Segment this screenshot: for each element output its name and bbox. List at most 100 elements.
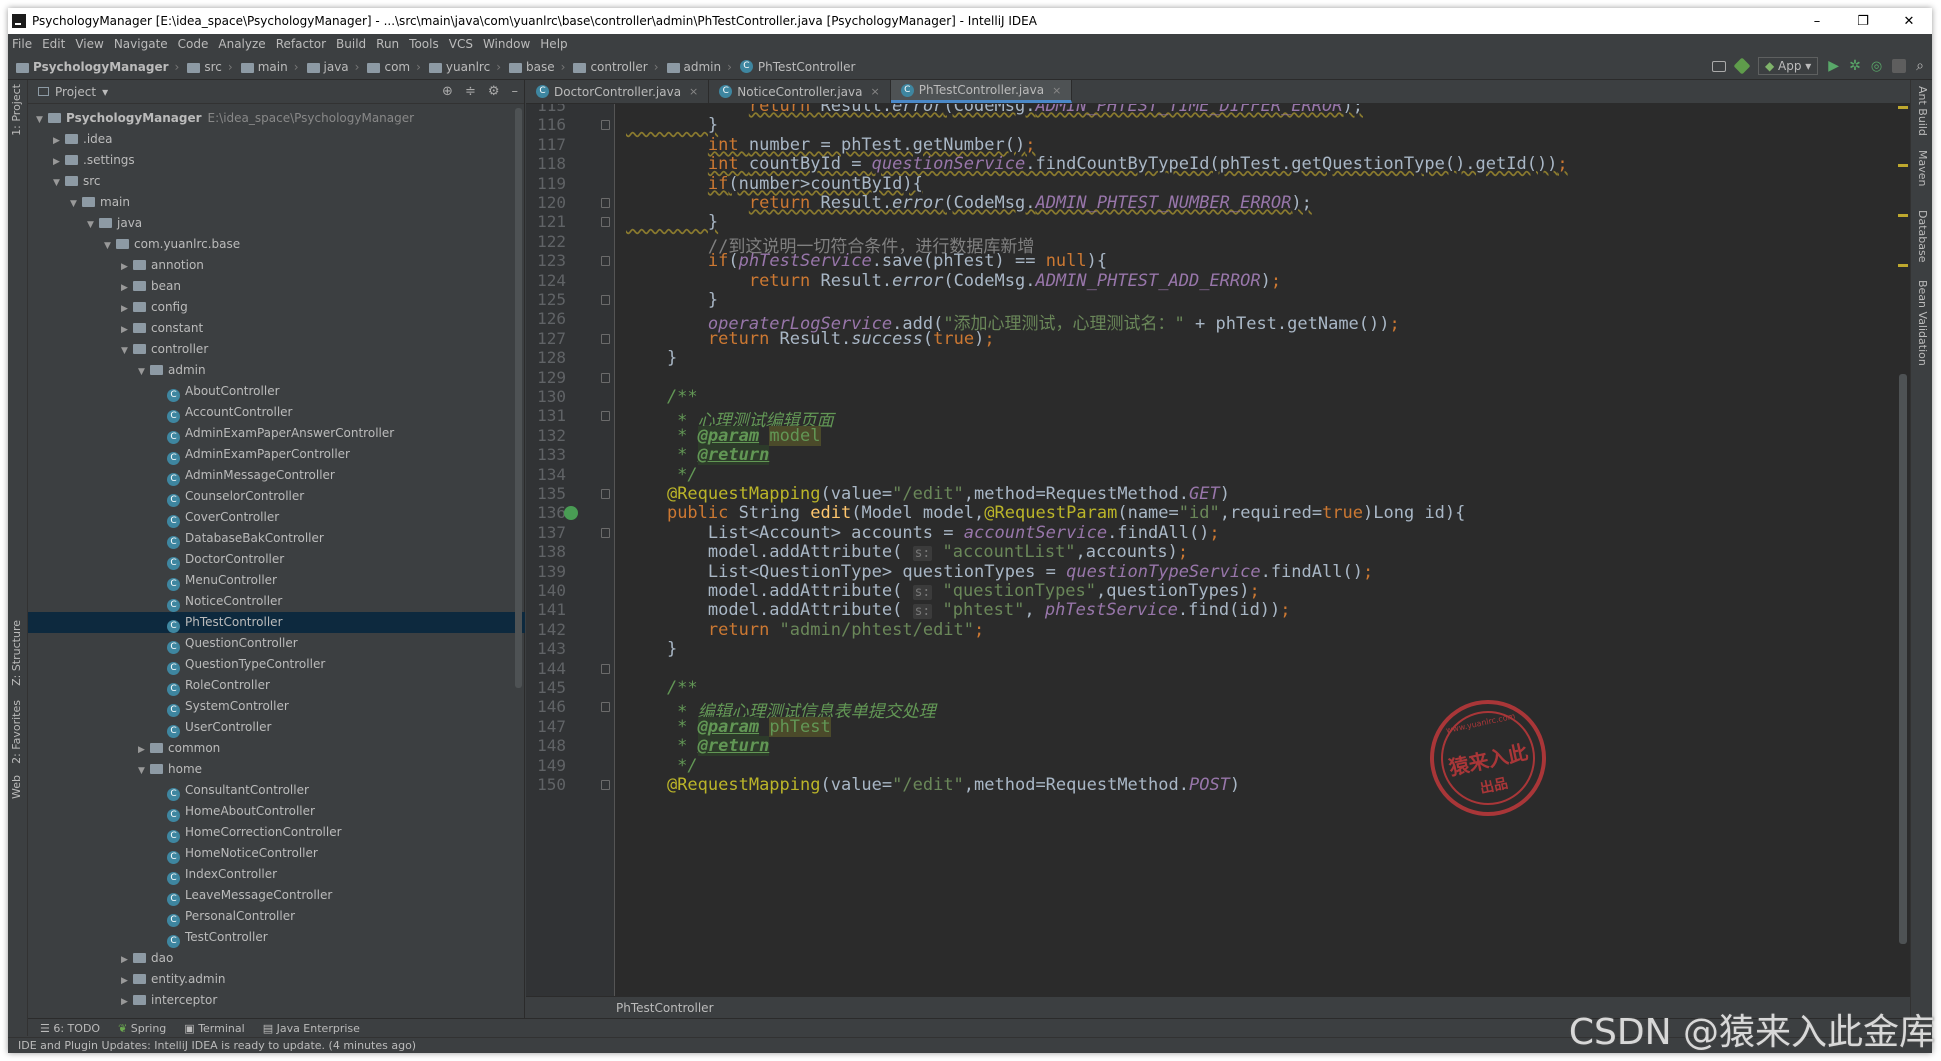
menu-edit[interactable]: Edit [42, 37, 65, 51]
tree-class-item[interactable]: C HomeCorrectionController [28, 822, 525, 843]
maven-tool-tab[interactable]: Maven [1916, 150, 1929, 186]
tree-folder-item[interactable]: ▼ com.yuanlrc.base [28, 234, 525, 255]
code-line[interactable]: /** [626, 387, 698, 407]
menu-navigate[interactable]: Navigate [114, 37, 168, 51]
terminal-tool-tab[interactable]: ▣ Terminal [184, 1022, 244, 1035]
tree-class-item[interactable]: C QuestionTypeController [28, 654, 525, 675]
chevron-right-icon[interactable]: ▶ [121, 320, 133, 341]
tree-class-item[interactable]: C CoverController [28, 507, 525, 528]
code-line[interactable]: } [626, 348, 677, 368]
menu-window[interactable]: Window [483, 37, 530, 51]
menu-file[interactable]: File [12, 37, 32, 51]
menu-code[interactable]: Code [178, 37, 209, 51]
code-line[interactable]: int countById = questionService.findCoun… [626, 154, 1568, 174]
close-tab-icon[interactable]: × [1052, 84, 1061, 97]
tree-class-item[interactable]: C RoleController [28, 675, 525, 696]
tree-class-item[interactable]: C MenuController [28, 570, 525, 591]
tree-folder-item[interactable]: ▼ controller [28, 339, 525, 360]
maximize-button[interactable]: ❐ [1840, 14, 1886, 29]
menu-analyze[interactable]: Analyze [218, 37, 265, 51]
tree-folder-item[interactable]: ▶ annotion [28, 255, 525, 276]
chevron-down-icon[interactable]: ▼ [70, 194, 82, 215]
code-line[interactable]: List<Account> accounts = accountService.… [626, 523, 1220, 543]
warning-marker[interactable] [1898, 164, 1908, 167]
chevron-down-icon[interactable]: ▼ [138, 362, 150, 383]
gear-icon[interactable]: ⚙ [488, 84, 500, 99]
locate-icon[interactable]: ⊕ [442, 84, 453, 99]
code-line[interactable]: * @param phTest [626, 716, 831, 737]
database-tool-tab[interactable]: Database [1916, 210, 1929, 263]
tree-class-item[interactable]: C AdminExamPaperAnswerController [28, 423, 525, 444]
tree-folder-item[interactable]: ▶ dao [28, 948, 525, 969]
crumb-java[interactable]: java › [306, 60, 359, 74]
chevron-down-icon[interactable]: ▼ [138, 761, 150, 782]
chevron-down-icon[interactable]: ▼ [53, 173, 65, 194]
code-line[interactable]: } [626, 115, 718, 135]
tree-class-item[interactable]: C UserController [28, 717, 525, 738]
todo-tool-tab[interactable]: ☰ 6: TODO [40, 1022, 100, 1035]
web-tool-tab[interactable]: Web [10, 775, 23, 799]
code-line[interactable]: * @return [626, 736, 770, 757]
tab-phtest-controller[interactable]: C PhTestController.java × [890, 80, 1073, 103]
crumb-yuanlrc[interactable]: yuanlrc › [428, 60, 501, 74]
tree-folder-item[interactable]: ▶ constant [28, 318, 525, 339]
warning-marker[interactable] [1898, 106, 1908, 109]
tree-folder-item[interactable]: ▶ bean [28, 276, 525, 297]
tree-class-item[interactable]: C NoticeController [28, 591, 525, 612]
tree-class-item[interactable]: C PersonalController [28, 906, 525, 927]
tree-class-item[interactable]: C AboutController [28, 381, 525, 402]
tree-class-item[interactable]: C LeaveMessageController [28, 885, 525, 906]
tree-folder-item[interactable]: ▶ interceptor [28, 990, 525, 1011]
tree-folder-item[interactable]: ▶ entity.admin [28, 969, 525, 990]
chevron-right-icon[interactable]: ▶ [53, 131, 65, 152]
tree-class-item[interactable]: C AdminMessageController [28, 465, 525, 486]
code-line[interactable]: model.addAttribute( s: "accountList",acc… [626, 542, 1188, 562]
tree-folder-item[interactable]: ▶ config [28, 297, 525, 318]
build-hammer-icon[interactable] [1733, 57, 1751, 75]
tree-folder-item[interactable]: ▼ admin [28, 360, 525, 381]
code-line[interactable]: return Result.error(CodeMsg.ADMIN_PHTEST… [626, 193, 1312, 213]
tree-class-item[interactable]: C IndexController [28, 864, 525, 885]
collapse-all-icon[interactable]: ≑ [465, 84, 476, 99]
tree-folder-item[interactable]: ▼ PsychologyManager E:\idea_space\Psycholo… [28, 108, 525, 129]
tree-class-item[interactable]: C QuestionController [28, 633, 525, 654]
crumb-project[interactable]: PsychologyManager › [16, 60, 179, 74]
tree-class-item[interactable]: C DoctorController [28, 549, 525, 570]
favorites-tool-tab[interactable]: 2: Favorites [10, 700, 23, 764]
tree-class-item[interactable]: C TestController [28, 927, 525, 948]
chevron-right-icon[interactable]: ▶ [121, 950, 133, 971]
tree-class-item[interactable]: C AccountController [28, 402, 525, 423]
code-line[interactable]: * @return [626, 445, 770, 466]
code-line[interactable]: int number = phTest.getNumber(); [626, 135, 1036, 155]
tree-class-item[interactable]: C SystemController [28, 696, 525, 717]
code-line[interactable]: public String edit(Model model,@RequestP… [626, 503, 1465, 523]
chevron-right-icon[interactable]: ▶ [121, 299, 133, 320]
tree-folder-item[interactable]: ▼ src [28, 171, 525, 192]
structure-tool-tab[interactable]: Z: Structure [10, 620, 23, 686]
chevron-right-icon[interactable]: ▶ [121, 278, 133, 299]
tree-class-item[interactable]: C AdminExamPaperController [28, 444, 525, 465]
coverage-icon[interactable]: ◎ [1871, 59, 1882, 74]
chevron-down-icon[interactable]: ▼ [87, 215, 99, 236]
close-tab-icon[interactable]: × [689, 85, 698, 98]
code-line[interactable]: } [626, 212, 718, 232]
menu-refactor[interactable]: Refactor [276, 37, 326, 51]
menu-run[interactable]: Run [376, 37, 399, 51]
tree-class-item[interactable]: C DatabaseBakController [28, 528, 525, 549]
code-line[interactable]: return "admin/phtest/edit"; [626, 620, 984, 640]
code-line[interactable]: return Result.success(true); [626, 329, 995, 349]
chevron-down-icon[interactable]: ▼ [121, 341, 133, 362]
code-line[interactable]: /** [626, 678, 698, 698]
chevron-right-icon[interactable]: ▶ [121, 992, 133, 1013]
tree-folder-item[interactable]: ▼ home [28, 759, 525, 780]
crumb-com[interactable]: com › [367, 60, 421, 74]
code-line[interactable]: */ [626, 465, 697, 485]
project-view-select[interactable]: Project [55, 85, 96, 99]
chevron-down-icon[interactable]: ▼ [36, 110, 48, 131]
debug-icon[interactable]: ✲ [1849, 58, 1861, 74]
tree-class-item[interactable]: C PhTestController [28, 612, 525, 633]
spring-tool-tab[interactable]: ❦ Spring [118, 1022, 166, 1035]
tree-folder-item[interactable]: ▼ java [28, 213, 525, 234]
tree-class-item[interactable]: C HomeAboutController [28, 801, 525, 822]
tree-class-item[interactable]: C CounselorController [28, 486, 525, 507]
